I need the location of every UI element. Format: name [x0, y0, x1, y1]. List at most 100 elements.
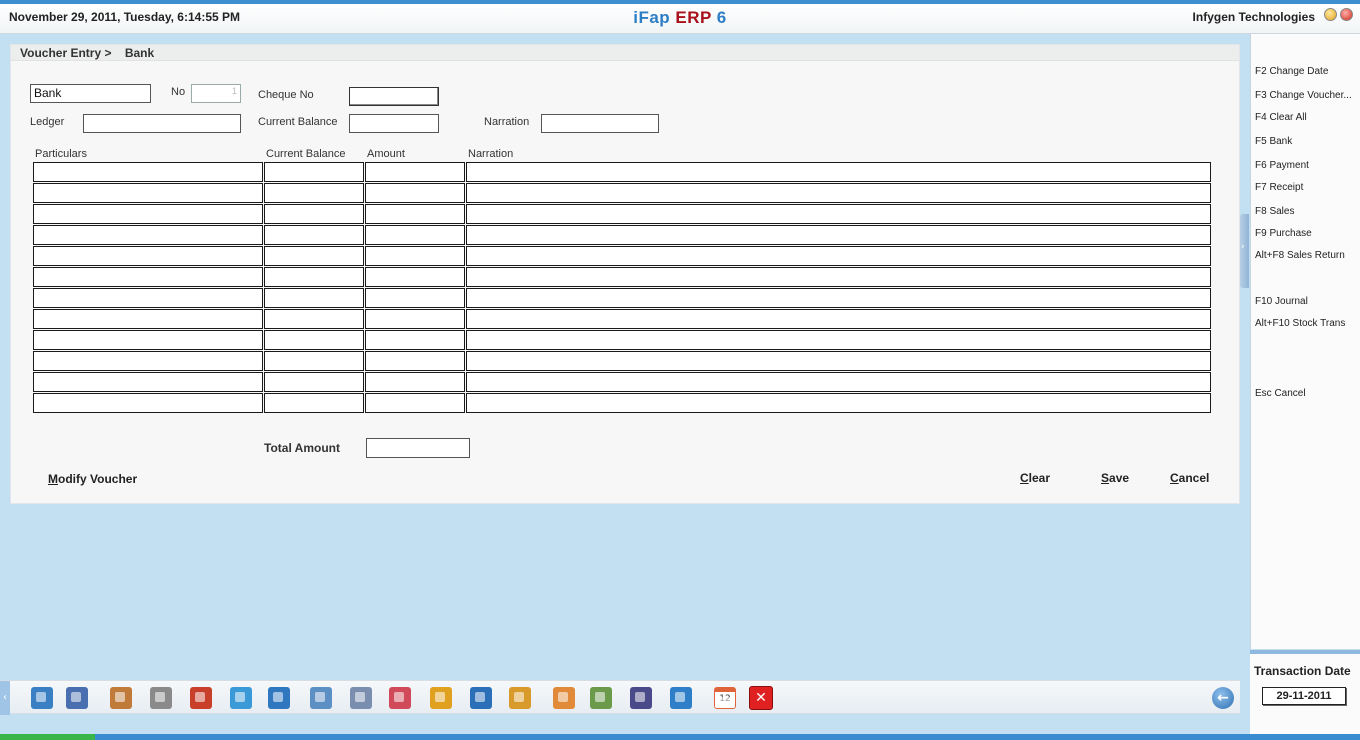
- grid-cell-current-balance[interactable]: [264, 330, 364, 350]
- window-icon[interactable]: [310, 687, 332, 709]
- status-progress: [0, 734, 95, 740]
- grid-cell-amount[interactable]: [365, 267, 465, 287]
- grid-cell-amount[interactable]: [365, 288, 465, 308]
- column-header-current-balance: Current Balance: [266, 148, 346, 160]
- grid-cell-particulars[interactable]: [33, 183, 263, 203]
- ledger-input[interactable]: [83, 114, 241, 133]
- cycle-icon[interactable]: [553, 687, 575, 709]
- narration-input[interactable]: [541, 114, 659, 133]
- back-arrow-icon[interactable]: ←: [1212, 687, 1234, 709]
- books-icon[interactable]: [190, 687, 212, 709]
- grid-cell-particulars[interactable]: [33, 393, 263, 413]
- spreadsheet-icon[interactable]: [590, 687, 612, 709]
- grid-cell-narration[interactable]: [466, 183, 1211, 203]
- grid-cell-amount[interactable]: [365, 162, 465, 182]
- grid-cell-current-balance[interactable]: [264, 225, 364, 245]
- grid-cell-amount[interactable]: [365, 372, 465, 392]
- voucher-no-field[interactable]: 1: [191, 84, 241, 103]
- grid-cell-narration[interactable]: [466, 372, 1211, 392]
- window-close-icon[interactable]: [1340, 8, 1353, 21]
- save-label: ave: [1109, 471, 1130, 485]
- grid-cell-particulars[interactable]: [33, 330, 263, 350]
- grid-cell-narration[interactable]: [466, 267, 1211, 287]
- shortcut-item[interactable]: F8 Sales: [1255, 206, 1360, 217]
- grid-cell-amount[interactable]: [365, 393, 465, 413]
- grid-cell-narration[interactable]: [466, 225, 1211, 245]
- user-icon[interactable]: [66, 687, 88, 709]
- grid-cell-particulars[interactable]: [33, 288, 263, 308]
- grid-cell-current-balance[interactable]: [264, 162, 364, 182]
- save-disk-icon[interactable]: [630, 687, 652, 709]
- grid-cell-narration[interactable]: [466, 351, 1211, 371]
- shortcut-item[interactable]: F7 Receipt: [1255, 182, 1360, 193]
- grid-cell-particulars[interactable]: [33, 204, 263, 224]
- grid-cell-current-balance[interactable]: [264, 351, 364, 371]
- current-balance-field[interactable]: [349, 114, 439, 133]
- grid-cell-current-balance[interactable]: [264, 183, 364, 203]
- grid-cell-current-balance[interactable]: [264, 288, 364, 308]
- grid-cell-amount[interactable]: [365, 246, 465, 266]
- grid-cell-particulars[interactable]: [33, 246, 263, 266]
- grid-cell-particulars[interactable]: [33, 162, 263, 182]
- grid-cell-narration[interactable]: [466, 393, 1211, 413]
- grid-cell-narration[interactable]: [466, 162, 1211, 182]
- app-title-erp: ERP: [675, 8, 712, 27]
- grid-cell-narration[interactable]: [466, 309, 1211, 329]
- chart-icon[interactable]: [389, 687, 411, 709]
- transaction-date-value[interactable]: 29-11-2011: [1262, 687, 1346, 705]
- tree-icon[interactable]: [430, 687, 452, 709]
- network-icon[interactable]: [470, 687, 492, 709]
- grid-cell-particulars[interactable]: [33, 372, 263, 392]
- grid-cell-particulars[interactable]: [33, 267, 263, 287]
- shortcut-item[interactable]: Esc Cancel: [1255, 388, 1360, 399]
- calendar-icon[interactable]: 12: [714, 687, 736, 709]
- grid-cell-current-balance[interactable]: [264, 267, 364, 287]
- box-icon[interactable]: [509, 687, 531, 709]
- grid-cell-particulars[interactable]: [33, 309, 263, 329]
- document-icon[interactable]: [350, 687, 372, 709]
- grid-cell-amount[interactable]: [365, 330, 465, 350]
- gear-icon[interactable]: [670, 687, 692, 709]
- total-amount-field[interactable]: [366, 438, 470, 458]
- shortcut-item[interactable]: F9 Purchase: [1255, 228, 1360, 239]
- refresh-icon[interactable]: [268, 687, 290, 709]
- grid-cell-narration[interactable]: [466, 204, 1211, 224]
- toolbar-expand-icon[interactable]: ‹: [0, 681, 10, 715]
- shortcut-item[interactable]: Alt+F10 Stock Trans: [1255, 318, 1360, 329]
- save-button[interactable]: Save: [1101, 471, 1129, 485]
- shortcut-item[interactable]: F4 Clear All: [1255, 112, 1360, 123]
- grid-cell-particulars[interactable]: [33, 225, 263, 245]
- shortcut-item[interactable]: F10 Journal: [1255, 296, 1360, 307]
- clear-button[interactable]: Clear: [1020, 471, 1050, 485]
- grid-cell-current-balance[interactable]: [264, 246, 364, 266]
- cancel-button[interactable]: Cancel: [1170, 471, 1209, 485]
- shortcut-item[interactable]: F2 Change Date: [1255, 66, 1360, 77]
- cheque-no-input[interactable]: [349, 87, 439, 106]
- shortcut-item[interactable]: F3 Change Voucher...: [1255, 90, 1360, 101]
- sidebar-collapse-handle[interactable]: ›: [1240, 214, 1249, 288]
- cart-icon[interactable]: [230, 687, 252, 709]
- modify-voucher-button[interactable]: Modify Voucher: [48, 472, 137, 486]
- grid-cell-amount[interactable]: [365, 183, 465, 203]
- grid-cell-amount[interactable]: [365, 351, 465, 371]
- grid-cell-current-balance[interactable]: [264, 393, 364, 413]
- grid-cell-current-balance[interactable]: [264, 372, 364, 392]
- grid-cell-current-balance[interactable]: [264, 204, 364, 224]
- masters-icon[interactable]: [31, 687, 53, 709]
- grid-cell-amount[interactable]: [365, 309, 465, 329]
- grid-cell-narration[interactable]: [466, 330, 1211, 350]
- grid-cell-narration[interactable]: [466, 246, 1211, 266]
- minimize-icon[interactable]: [1324, 8, 1337, 21]
- grid-cell-amount[interactable]: [365, 204, 465, 224]
- shortcut-item[interactable]: Alt+F8 Sales Return: [1255, 250, 1360, 261]
- settings-icon[interactable]: [150, 687, 172, 709]
- grid-cell-narration[interactable]: [466, 288, 1211, 308]
- shortcut-item[interactable]: F6 Payment: [1255, 160, 1360, 171]
- exit-close-icon[interactable]: ✕: [749, 686, 773, 710]
- voucher-type-field[interactable]: Bank: [30, 84, 151, 103]
- grid-cell-current-balance[interactable]: [264, 309, 364, 329]
- grid-cell-amount[interactable]: [365, 225, 465, 245]
- shortcut-item[interactable]: F5 Bank: [1255, 136, 1360, 147]
- grid-cell-particulars[interactable]: [33, 351, 263, 371]
- accounts-icon[interactable]: [110, 687, 132, 709]
